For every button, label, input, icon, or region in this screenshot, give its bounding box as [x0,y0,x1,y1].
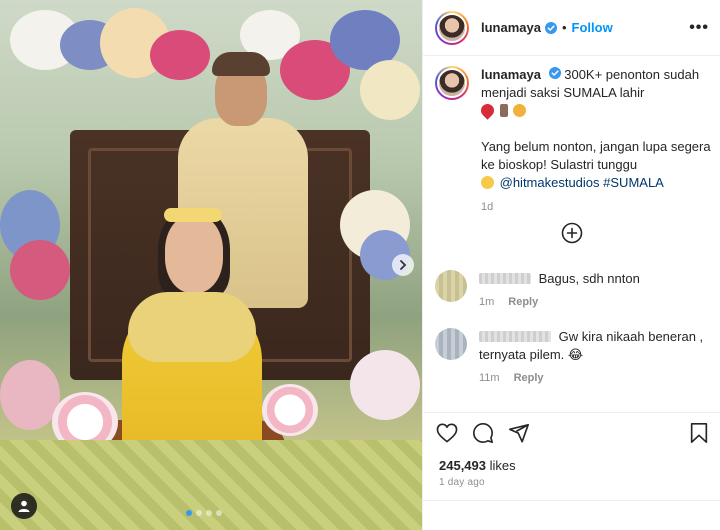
blood-drop-emoji-icon [478,101,497,120]
face-emoji-icon [481,176,494,189]
bookmark-icon[interactable] [687,421,711,445]
bride-head [165,215,223,293]
divider [423,500,720,501]
comment-text: Bagus, sdh nnton [538,271,640,286]
avatar[interactable] [435,66,469,100]
person-emoji-icon [513,104,527,117]
post-caption: lunamaya 300K+ penonton sudah menjadi sa… [435,66,715,216]
comment-timestamp: 11m [479,372,500,384]
user-tag-icon[interactable] [11,493,37,519]
commenter-avatar[interactable] [435,328,467,360]
comment-item: Bagus, sdh nnton 1m Reply [435,270,715,311]
flower-decoration [10,240,70,300]
caption-username[interactable]: lunamaya [481,67,541,82]
verified-badge-icon [544,21,557,34]
avatar[interactable] [435,10,469,45]
knife-emoji-icon [499,104,508,117]
comment-item: Gw kira nikaah beneran , ternyata pilem.… [435,328,715,387]
username-link[interactable]: lunamaya [481,20,541,35]
post-header: lunamaya • Follow ••• [423,0,720,56]
mention-link[interactable]: @hitmakestudios [500,175,600,190]
avatar-image [437,68,467,98]
likes-count[interactable]: 245,493 likes [439,458,516,473]
flower-bouquet [262,384,318,436]
comment-icon[interactable] [471,421,495,445]
carousel-dot [196,510,202,516]
caption-timestamp: 1d [481,201,494,213]
carousel-dot [216,510,222,516]
groom-headdress [212,52,270,76]
commenter-username-blurred[interactable] [479,331,551,342]
caption-text: lunamaya 300K+ penonton sudah menjadi sa… [478,66,711,216]
hashtag-link[interactable]: #SUMALA [603,175,664,190]
comment-timestamp: 1m [479,296,495,308]
verified-badge-icon [548,67,561,79]
carousel-dot [206,510,212,516]
follow-button[interactable]: Follow [572,20,613,35]
separator-dot: • [561,20,567,35]
flower-decoration [360,60,420,120]
send-icon[interactable] [507,421,531,445]
reply-button[interactable]: Reply [508,293,538,311]
plus-circle-icon[interactable] [561,222,583,244]
likes-number[interactable]: 245,493 [439,458,486,473]
divider [423,412,720,413]
flower-decoration [350,350,420,420]
flower-decoration [150,30,210,80]
carousel-indicator [186,510,222,516]
tiled-floor [0,440,422,530]
heart-icon[interactable] [435,421,459,445]
reply-button[interactable]: Reply [514,369,544,387]
avatar-image [437,12,467,43]
carousel-dot [186,510,192,516]
more-options-icon[interactable]: ••• [689,19,709,37]
chevron-right-icon[interactable] [392,254,414,276]
likes-label: likes [489,458,516,473]
post-date: 1 day ago [439,477,485,488]
commenter-avatar[interactable] [435,270,467,302]
post-media[interactable] [0,0,422,530]
bride-headpiece [164,208,222,222]
flower-decoration [0,360,60,430]
bride-jasmine-necklace [128,292,256,362]
post-actions [435,420,711,446]
post-details-panel: lunamaya • Follow ••• lunamaya 300K+ pen… [422,0,720,530]
commenter-username-blurred[interactable] [479,273,531,284]
caption-line-2: Yang belum nonton, jangan lupa segera ke… [481,139,711,172]
